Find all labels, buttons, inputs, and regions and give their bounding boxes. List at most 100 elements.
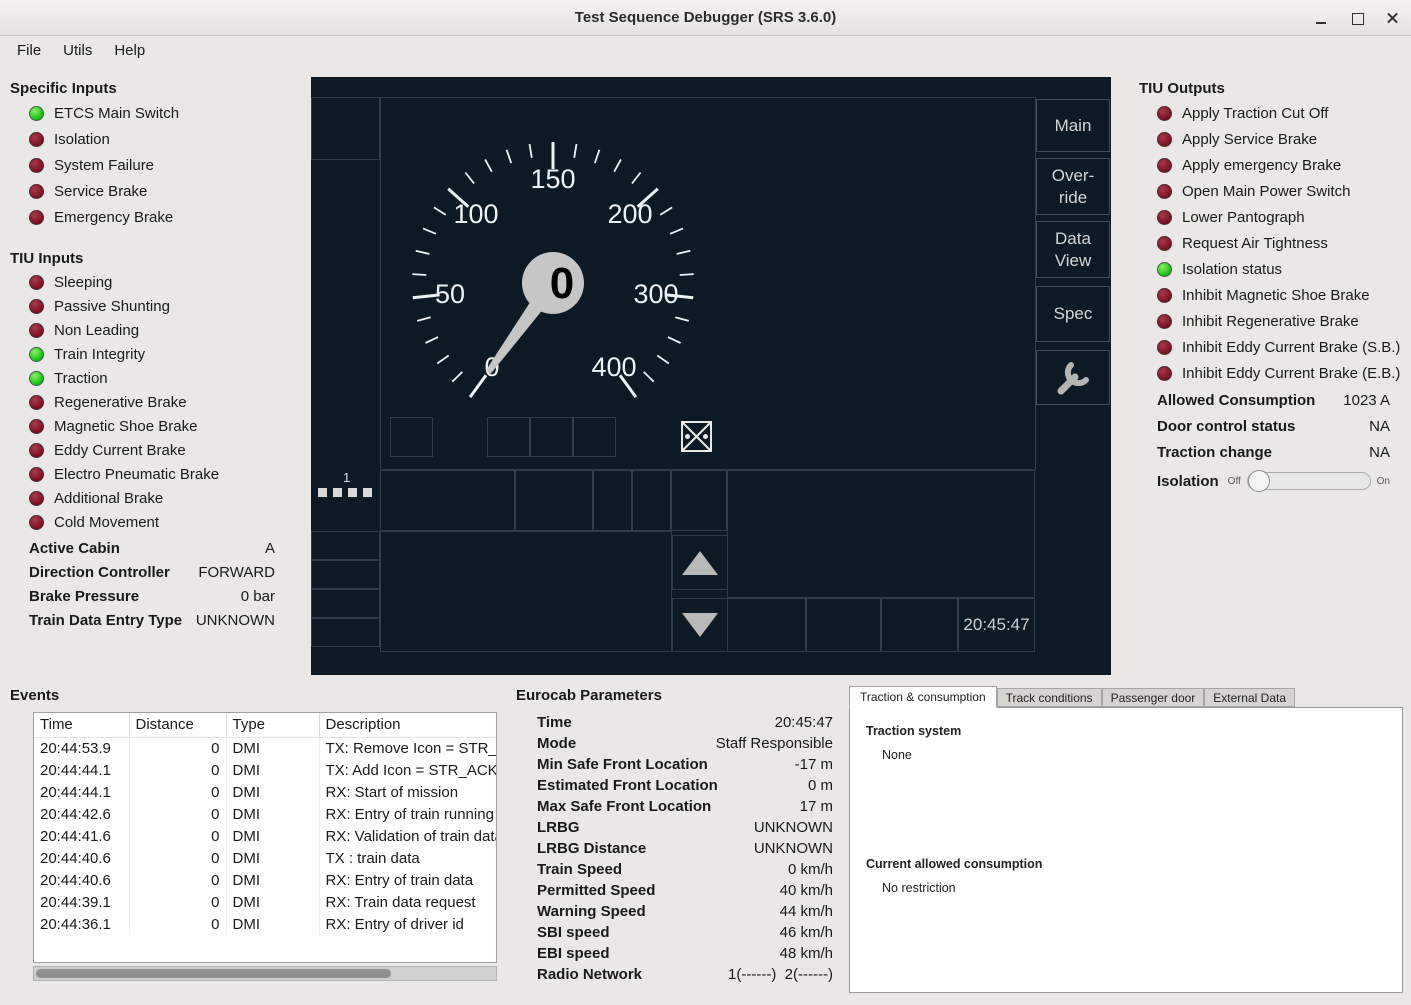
event-time: 20:44:41.6 [34, 825, 129, 847]
event-row[interactable]: 20:44:44.1 0 DMI TX: Add Icon = STR_ACK_… [34, 759, 496, 781]
section-value: No restriction [882, 881, 1386, 895]
event-distance: 0 [129, 891, 226, 913]
events-col-time[interactable]: Time [34, 713, 129, 737]
input-led-row[interactable]: Magnetic Shoe Brake [29, 414, 219, 438]
input-led-row[interactable]: ETCS Main Switch [29, 100, 179, 126]
dmi-spec-button[interactable]: Spec [1036, 286, 1110, 342]
event-row[interactable]: 20:44:40.6 0 DMI RX: Entry of train data [34, 869, 496, 891]
field-label: Permitted Speed [537, 882, 655, 899]
input-led-row[interactable]: Emergency Brake [29, 204, 179, 230]
led-indicator[interactable] [29, 467, 44, 482]
menu-item[interactable]: Utils [52, 39, 103, 62]
led-indicator[interactable] [29, 323, 44, 338]
eurocab-fields: Time 20:45:47 Mode Staff Responsible Min… [537, 712, 833, 985]
led-indicator[interactable] [29, 347, 44, 362]
event-description: TX: Remove Icon = STR_ACK [319, 737, 496, 759]
led-indicator[interactable] [29, 491, 44, 506]
dmi-override-button[interactable]: Over- ride [1036, 158, 1110, 215]
led-indicator[interactable] [29, 443, 44, 458]
led-label: Emergency Brake [54, 209, 173, 226]
led-indicator[interactable] [29, 419, 44, 434]
status-tab[interactable]: Passenger door [1102, 688, 1205, 707]
field-label: Train Data Entry Type [29, 612, 182, 629]
status-tab[interactable]: Track conditions [997, 688, 1102, 707]
events-col-description[interactable]: Description [319, 713, 496, 737]
close-button[interactable] [1385, 10, 1401, 26]
event-type: DMI [226, 847, 319, 869]
input-led-row[interactable]: Train Integrity [29, 342, 219, 366]
events-col-type[interactable]: Type [226, 713, 319, 737]
input-led-row[interactable]: Sleeping [29, 270, 219, 294]
scrollbar-thumb[interactable] [36, 969, 391, 978]
events-horizontal-scrollbar[interactable] [33, 966, 497, 981]
led-indicator[interactable] [29, 395, 44, 410]
input-led-row[interactable]: Electro Pneumatic Brake [29, 462, 219, 486]
input-led-row[interactable]: Eddy Current Brake [29, 438, 219, 462]
events-table: Time Distance Type Description 20:44:53.… [33, 712, 497, 963]
led-label: Inhibit Magnetic Shoe Brake [1182, 287, 1370, 304]
dmi-main-button[interactable]: Main [1036, 99, 1110, 152]
dmi-settings-button[interactable] [1036, 350, 1110, 405]
maximize-button[interactable] [1349, 10, 1365, 26]
input-led-row[interactable]: Non Leading [29, 318, 219, 342]
led-indicator[interactable] [29, 275, 44, 290]
event-row[interactable]: 20:44:40.6 0 DMI TX : train data [34, 847, 496, 869]
events-col-distance[interactable]: Distance [129, 713, 226, 737]
input-led-row[interactable]: Isolation [29, 126, 179, 152]
dmi-cell [380, 470, 515, 531]
menu-item[interactable]: Help [103, 39, 156, 62]
led-indicator[interactable] [29, 371, 44, 386]
led-indicator[interactable] [29, 106, 44, 121]
led-indicator [1157, 314, 1172, 329]
led-label: Additional Brake [54, 490, 163, 507]
event-row[interactable]: 20:44:39.1 0 DMI RX: Train data request [34, 891, 496, 913]
event-row[interactable]: 20:44:41.6 0 DMI RX: Validation of train… [34, 825, 496, 847]
led-indicator[interactable] [29, 184, 44, 199]
input-led-row[interactable]: Additional Brake [29, 486, 219, 510]
input-led-row[interactable]: Service Brake [29, 178, 179, 204]
field-label: Active Cabin [29, 540, 120, 557]
event-time: 20:44:42.6 [34, 803, 129, 825]
event-row[interactable]: 20:44:44.1 0 DMI RX: Start of mission [34, 781, 496, 803]
event-description: TX : train data [319, 847, 496, 869]
dmi-planning-area [727, 470, 1035, 598]
input-led-row[interactable]: Traction [29, 366, 219, 390]
mode-symbol-icon [680, 420, 713, 453]
specific-inputs-title: Specific Inputs [10, 80, 117, 97]
field-value: UNKNOWN [754, 819, 833, 836]
led-indicator[interactable] [29, 132, 44, 147]
led-indicator[interactable] [29, 210, 44, 225]
led-indicator[interactable] [29, 158, 44, 173]
field-row: Estimated Front Location 0 m [537, 775, 833, 796]
scroll-down-button[interactable] [672, 598, 728, 652]
dmi-dataview-button[interactable]: Data View [1036, 221, 1110, 278]
field-value: 0 m [808, 777, 833, 794]
led-label: Eddy Current Brake [54, 442, 186, 459]
input-led-row[interactable]: Regenerative Brake [29, 390, 219, 414]
led-label: ETCS Main Switch [54, 105, 179, 122]
isolation-on-label: On [1377, 476, 1390, 487]
event-row[interactable]: 20:44:42.6 0 DMI RX: Entry of train runn… [34, 803, 496, 825]
status-tab[interactable]: External Data [1204, 688, 1295, 707]
status-tab[interactable]: Traction & consumption [849, 686, 997, 708]
speed-dial: 0 50 100 150 200 300 400 0 [403, 133, 703, 433]
event-type: DMI [226, 891, 319, 913]
isolation-slider[interactable] [1247, 472, 1371, 490]
event-row[interactable]: 20:44:53.9 0 DMI TX: Remove Icon = STR_A… [34, 737, 496, 759]
level-squares [318, 488, 372, 497]
scroll-up-button[interactable] [672, 535, 728, 590]
isolation-slider-knob[interactable] [1248, 470, 1270, 492]
tab-section: Traction system None [850, 708, 1402, 841]
input-led-row[interactable]: Cold Movement [29, 510, 219, 534]
led-indicator[interactable] [29, 515, 44, 530]
input-led-row[interactable]: System Failure [29, 152, 179, 178]
field-value: UNKNOWN [196, 612, 275, 629]
tab-section: Current allowed consumption No restricti… [850, 841, 1402, 974]
input-led-row[interactable]: Passive Shunting [29, 294, 219, 318]
menu-item[interactable]: File [6, 39, 52, 62]
minimize-button[interactable] [1313, 10, 1329, 26]
event-row[interactable]: 20:44:36.1 0 DMI RX: Entry of driver id [34, 913, 496, 935]
led-indicator[interactable] [29, 299, 44, 314]
field-label: LRBG [537, 819, 580, 836]
dmi-cell [390, 417, 433, 457]
